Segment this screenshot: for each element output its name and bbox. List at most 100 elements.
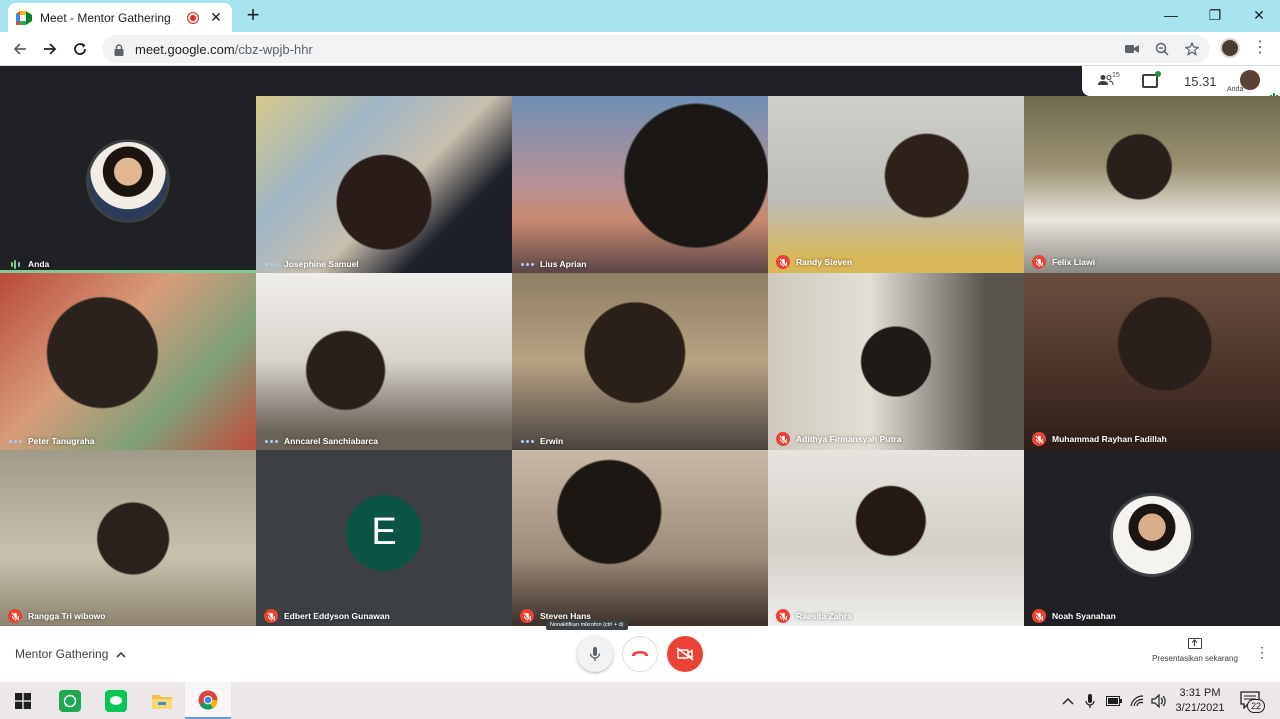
participant-name-tag: Edbert Eddyson Gunawan [264, 609, 390, 623]
camera-off-icon [676, 647, 694, 661]
bookmark-star-icon[interactable] [1184, 41, 1200, 57]
chat-icon[interactable] [1142, 71, 1161, 88]
participant-tile-noah-syanahan[interactable]: Noah Syanahan [1024, 450, 1280, 627]
whatsapp-icon [59, 689, 81, 712]
participant-tile-lius-aprian[interactable]: Lius Aprian [512, 96, 768, 273]
participant-tile-peter-tanugraha[interactable]: Peter Tanugraha [0, 273, 256, 450]
back-arrow-icon [13, 43, 26, 55]
taskbar-file-explorer[interactable] [139, 682, 185, 719]
browser-tab-strip: Meet - Mentor Gathering ✕ + — ❐ ✕ [0, 0, 1280, 32]
forward-button[interactable] [38, 37, 62, 61]
participant-name: Josephine Samuel [284, 259, 359, 269]
audio-level-icon [8, 259, 22, 269]
tab-close-icon[interactable]: ✕ [208, 9, 224, 26]
participant-name-tag: Erwin [520, 436, 563, 446]
mic-muted-icon [1032, 609, 1046, 623]
participant-letter-avatar: E [346, 494, 422, 571]
battery-icon[interactable] [1106, 682, 1122, 719]
participant-video [512, 96, 768, 273]
participant-video [256, 273, 512, 450]
window-restore-button[interactable]: ❐ [1192, 0, 1238, 30]
meeting-name: Mentor Gathering [15, 647, 109, 661]
participant-tile-anda[interactable]: Anda [0, 96, 256, 273]
google-meet-icon [16, 10, 32, 25]
microphone-icon [589, 647, 601, 661]
notification-count-badge: 22 [1247, 699, 1265, 713]
participant-name: Anncarel Sanchiabarca [284, 436, 379, 446]
volume-icon[interactable] [1151, 682, 1167, 719]
participants-button[interactable]: 15 [1098, 72, 1120, 90]
recording-indicator-icon [188, 12, 198, 23]
meet-info-panel: 15 15.31 Anda [1082, 66, 1280, 99]
audio-dots-icon [8, 439, 22, 443]
window-close-button[interactable]: ✕ [1236, 0, 1280, 30]
meeting-details-button[interactable]: Mentor Gathering [15, 647, 126, 661]
mic-muted-icon [776, 609, 790, 623]
participant-tile-josephine-samuel[interactable]: Josephine Samuel [256, 96, 512, 273]
microphone-button[interactable] [577, 636, 613, 672]
profile-avatar[interactable] [1220, 38, 1240, 58]
taskbar-time: 3:31 PM [1179, 687, 1221, 699]
microphone-tray-icon[interactable] [1085, 682, 1095, 719]
participant-tile-raesita-zahra[interactable]: Raesita Zahra [768, 450, 1024, 627]
window-minimize-button[interactable]: — [1148, 0, 1194, 30]
back-button[interactable] [8, 37, 32, 61]
participant-tile-muhammad-rayhan-fadillah[interactable]: Muhammad Rayhan Fadillah [1024, 273, 1280, 450]
browser-tab-meet[interactable]: Meet - Mentor Gathering ✕ [8, 3, 232, 32]
participant-tile-adithya-firmansyah-putra[interactable]: Adithya Firmansyah Putra [768, 273, 1024, 450]
mic-muted-icon [264, 609, 278, 623]
chevron-up-icon [1062, 697, 1074, 704]
participant-name: Randy Steven [796, 257, 853, 267]
url-path: /cbz-wpjb-hhr [234, 41, 313, 57]
participant-video [512, 450, 768, 627]
participant-name: Adithya Firmansyah Putra [796, 434, 902, 444]
present-now-button[interactable]: Presentasikan sekarang [1145, 638, 1245, 663]
taskbar-chrome[interactable] [185, 682, 231, 719]
new-tab-button[interactable]: + [242, 4, 264, 26]
self-audio-bars-icon [1270, 86, 1278, 99]
wifi-icon[interactable] [1130, 682, 1144, 719]
reload-icon [74, 43, 86, 55]
reload-button[interactable] [68, 37, 92, 61]
address-bar[interactable]: meet.google.com/cbz-wpjb-hhr [102, 35, 1210, 63]
camera-toggle-button[interactable] [667, 636, 703, 672]
participant-name-tag: Randy Steven [776, 255, 852, 269]
hang-up-icon [632, 651, 648, 656]
start-button[interactable] [0, 682, 46, 719]
zoom-icon[interactable] [1154, 41, 1170, 57]
participant-name: Rangga Tri wibowo [28, 611, 106, 621]
meeting-controls-bar: Mentor Gathering Presentasikan sekarang … [0, 626, 1280, 682]
leave-call-button[interactable] [622, 636, 658, 672]
tab-title: Meet - Mentor Gathering [40, 10, 171, 25]
taskbar-line[interactable] [93, 682, 139, 719]
meeting-clock: 15.31 [1184, 74, 1217, 89]
participant-name-tag: Raesita Zahra [776, 609, 852, 623]
audio-dots-icon [264, 262, 278, 266]
camera-in-use-icon[interactable] [1124, 41, 1140, 57]
present-label: Presentasikan sekarang [1152, 654, 1238, 663]
participant-grid: Anda Josephine Samuel Lius Aprian Randy Ste… [0, 96, 1280, 627]
mic-muted-icon [776, 255, 790, 269]
participant-tile-felix-liawi[interactable]: Felix Liawi [1024, 96, 1280, 273]
show-hidden-icons-button[interactable] [1062, 682, 1074, 719]
taskbar-clock[interactable]: 3:31 PM 3/21/2021 [1170, 686, 1230, 716]
participant-tile-randy-steven[interactable]: Randy Steven [768, 96, 1024, 273]
participant-tile-edbert-eddyson-gunawan[interactable]: E Edbert Eddyson Gunawan [256, 450, 512, 627]
taskbar-whatsapp[interactable] [47, 682, 93, 719]
lock-icon [114, 43, 124, 56]
participant-name: Muhammad Rayhan Fadillah [1052, 434, 1167, 444]
folder-icon [151, 690, 173, 712]
participant-name-tag: Noah Syanahan [1032, 609, 1116, 623]
participant-tile-anncarel-sanchiabarca[interactable]: Anncarel Sanchiabarca [256, 273, 512, 450]
participant-avatar [86, 138, 170, 223]
participant-tile-rangga-tri-wibowo[interactable]: Rangga Tri wibowo [0, 450, 256, 627]
participant-tile-steven-hans[interactable]: Steven Hans [512, 450, 768, 627]
participant-name-tag: Lius Aprian [520, 259, 586, 269]
participant-name: Lius Aprian [540, 259, 587, 269]
mic-muted-icon [1032, 432, 1046, 446]
participant-name: Erwin [540, 436, 564, 446]
self-label: Anda [1227, 86, 1244, 93]
more-options-icon[interactable]: ⋮ [1255, 644, 1269, 661]
browser-menu-icon[interactable]: ⋮ [1252, 38, 1268, 58]
participant-tile-erwin[interactable]: Erwin [512, 273, 768, 450]
